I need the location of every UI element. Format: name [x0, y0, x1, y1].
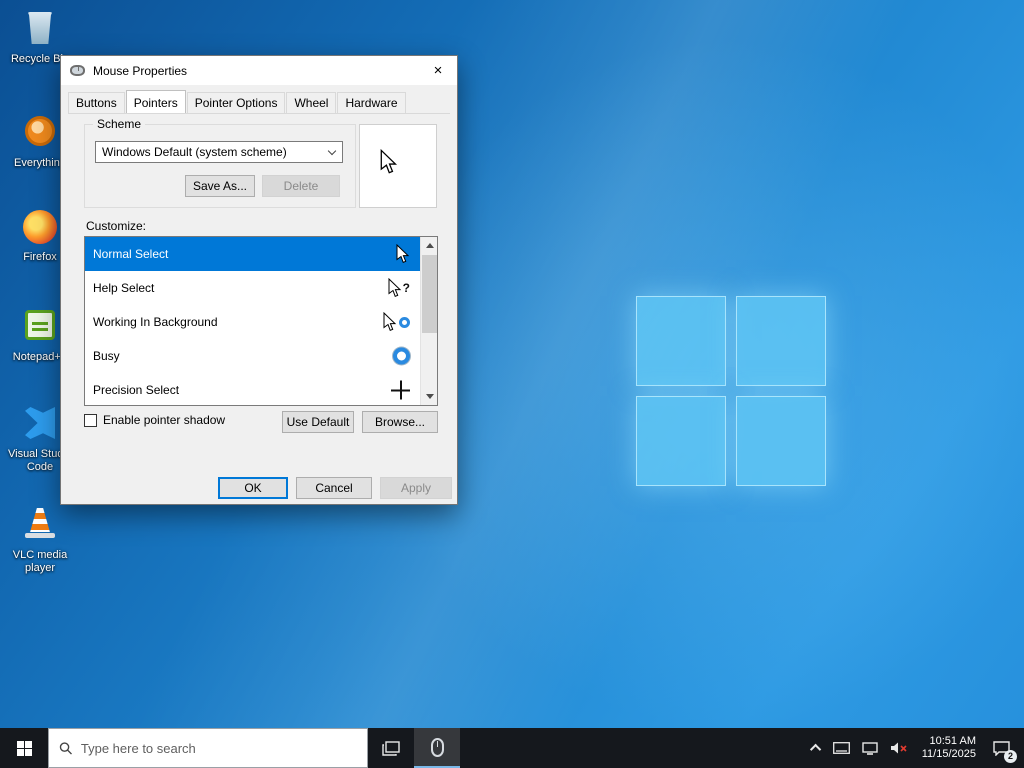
vlc-icon [25, 508, 55, 538]
notification-badge: 2 [1004, 750, 1017, 763]
recycle-bin-icon [27, 12, 53, 44]
precision-cursor-icon [391, 380, 410, 400]
scheme-group: Scheme Windows Default (system scheme) S… [84, 117, 356, 208]
customize-label: Customize: [86, 219, 147, 233]
start-button[interactable] [0, 728, 48, 768]
tab-pointers[interactable]: Pointers [125, 90, 186, 113]
tab-strip: Buttons Pointers Pointer Options Wheel H… [68, 90, 450, 114]
chevron-down-icon [327, 146, 337, 156]
scroll-down-icon[interactable] [421, 388, 438, 405]
taskbar-search[interactable] [48, 728, 368, 768]
search-input[interactable] [80, 740, 357, 756]
chevron-up-icon [809, 743, 821, 756]
system-tray: 10:51 AM 11/15/2025 2 [807, 728, 1024, 768]
task-view-button[interactable] [368, 728, 414, 768]
scrollbar-thumb[interactable] [422, 255, 437, 333]
ethernet-icon [862, 741, 878, 755]
scheme-group-label: Scheme [93, 117, 146, 131]
dialog-titlebar[interactable]: Mouse Properties × [61, 56, 457, 85]
touch-keyboard-icon [832, 742, 850, 754]
delete-button: Delete [262, 175, 340, 197]
taskbar: 10:51 AM 11/15/2025 2 [0, 728, 1024, 768]
mouse-app-icon [430, 737, 444, 757]
pointer-row-working-in-background[interactable]: Working In Background [85, 305, 420, 339]
pointer-row-busy[interactable]: Busy [85, 339, 420, 373]
pointer-row-label: Busy [93, 349, 120, 363]
taskbar-app-mouse-properties[interactable] [414, 728, 460, 768]
taskbar-clock[interactable]: 10:51 AM 11/15/2025 [914, 735, 984, 761]
close-button[interactable]: × [419, 56, 457, 85]
help-cursor-icon: ? [388, 278, 410, 298]
pointer-shadow-label: Enable pointer shadow [103, 413, 226, 427]
logo-pane [636, 396, 726, 486]
pointer-row-label: Working In Background [93, 315, 218, 329]
show-hidden-icons-button[interactable] [807, 728, 827, 768]
desktop-icon-vlc[interactable]: VLC media player [2, 504, 78, 575]
browse-button[interactable]: Browse... [362, 411, 438, 433]
search-icon [59, 741, 72, 755]
logo-pane [736, 396, 826, 486]
ok-button[interactable]: OK [218, 477, 288, 499]
clock-date: 11/15/2025 [921, 748, 976, 760]
tab-buttons[interactable]: Buttons [68, 92, 125, 113]
pointer-list[interactable]: Normal Select Help Select ? Working In B… [84, 236, 438, 406]
busy-cursor-icon [393, 347, 410, 365]
notepad-plus-plus-icon [25, 310, 55, 340]
action-center-button[interactable]: 2 [984, 728, 1018, 768]
desktop: Recycle Bin Everything Firefox Notepad++… [0, 0, 1024, 768]
mouse-properties-icon [70, 65, 85, 76]
working-cursor-icon [383, 312, 410, 332]
enable-pointer-shadow-row[interactable]: Enable pointer shadow [84, 413, 225, 427]
mouse-properties-dialog: Mouse Properties × Buttons Pointers Poin… [60, 55, 458, 505]
list-scrollbar[interactable] [420, 237, 437, 405]
arrow-cursor-icon [380, 149, 398, 174]
pointer-row-normal-select[interactable]: Normal Select [85, 237, 420, 271]
logo-pane [736, 296, 826, 386]
tab-wheel[interactable]: Wheel [286, 92, 337, 113]
arrow-cursor-icon [396, 244, 410, 264]
cancel-button[interactable]: Cancel [296, 477, 372, 499]
everything-icon [25, 116, 55, 146]
scheme-select[interactable]: Windows Default (system scheme) [95, 141, 343, 163]
use-default-button[interactable]: Use Default [282, 411, 354, 433]
logo-pane [636, 296, 726, 386]
apply-button: Apply [380, 477, 452, 499]
pointer-row-help-select[interactable]: Help Select ? [85, 271, 420, 305]
pointer-row-label: Precision Select [93, 383, 180, 397]
volume-button[interactable] [884, 728, 914, 768]
scroll-up-icon[interactable] [421, 237, 438, 254]
touch-keyboard-button[interactable] [827, 728, 856, 768]
firefox-icon [23, 210, 57, 244]
pointer-row-label: Normal Select [93, 247, 169, 261]
pointer-row-label: Help Select [93, 281, 155, 295]
network-button[interactable] [856, 728, 884, 768]
scheme-selected-value: Windows Default (system scheme) [102, 145, 287, 159]
pointer-shadow-checkbox[interactable] [84, 413, 97, 427]
clock-time: 10:51 AM [929, 735, 976, 747]
pointer-preview-box [359, 124, 437, 208]
tab-hardware[interactable]: Hardware [337, 92, 406, 113]
desktop-icon-label: VLC media player [12, 549, 68, 574]
windows-logo-icon [16, 740, 32, 756]
save-as-button[interactable]: Save As... [185, 175, 255, 197]
tab-pointer-options[interactable]: Pointer Options [186, 92, 286, 113]
windows-wallpaper-logo [636, 296, 826, 486]
pointer-row-precision-select[interactable]: Precision Select [85, 373, 420, 405]
task-view-icon [382, 740, 400, 756]
vscode-icon [25, 407, 55, 439]
dialog-title: Mouse Properties [93, 63, 188, 78]
speaker-muted-icon [890, 742, 907, 754]
